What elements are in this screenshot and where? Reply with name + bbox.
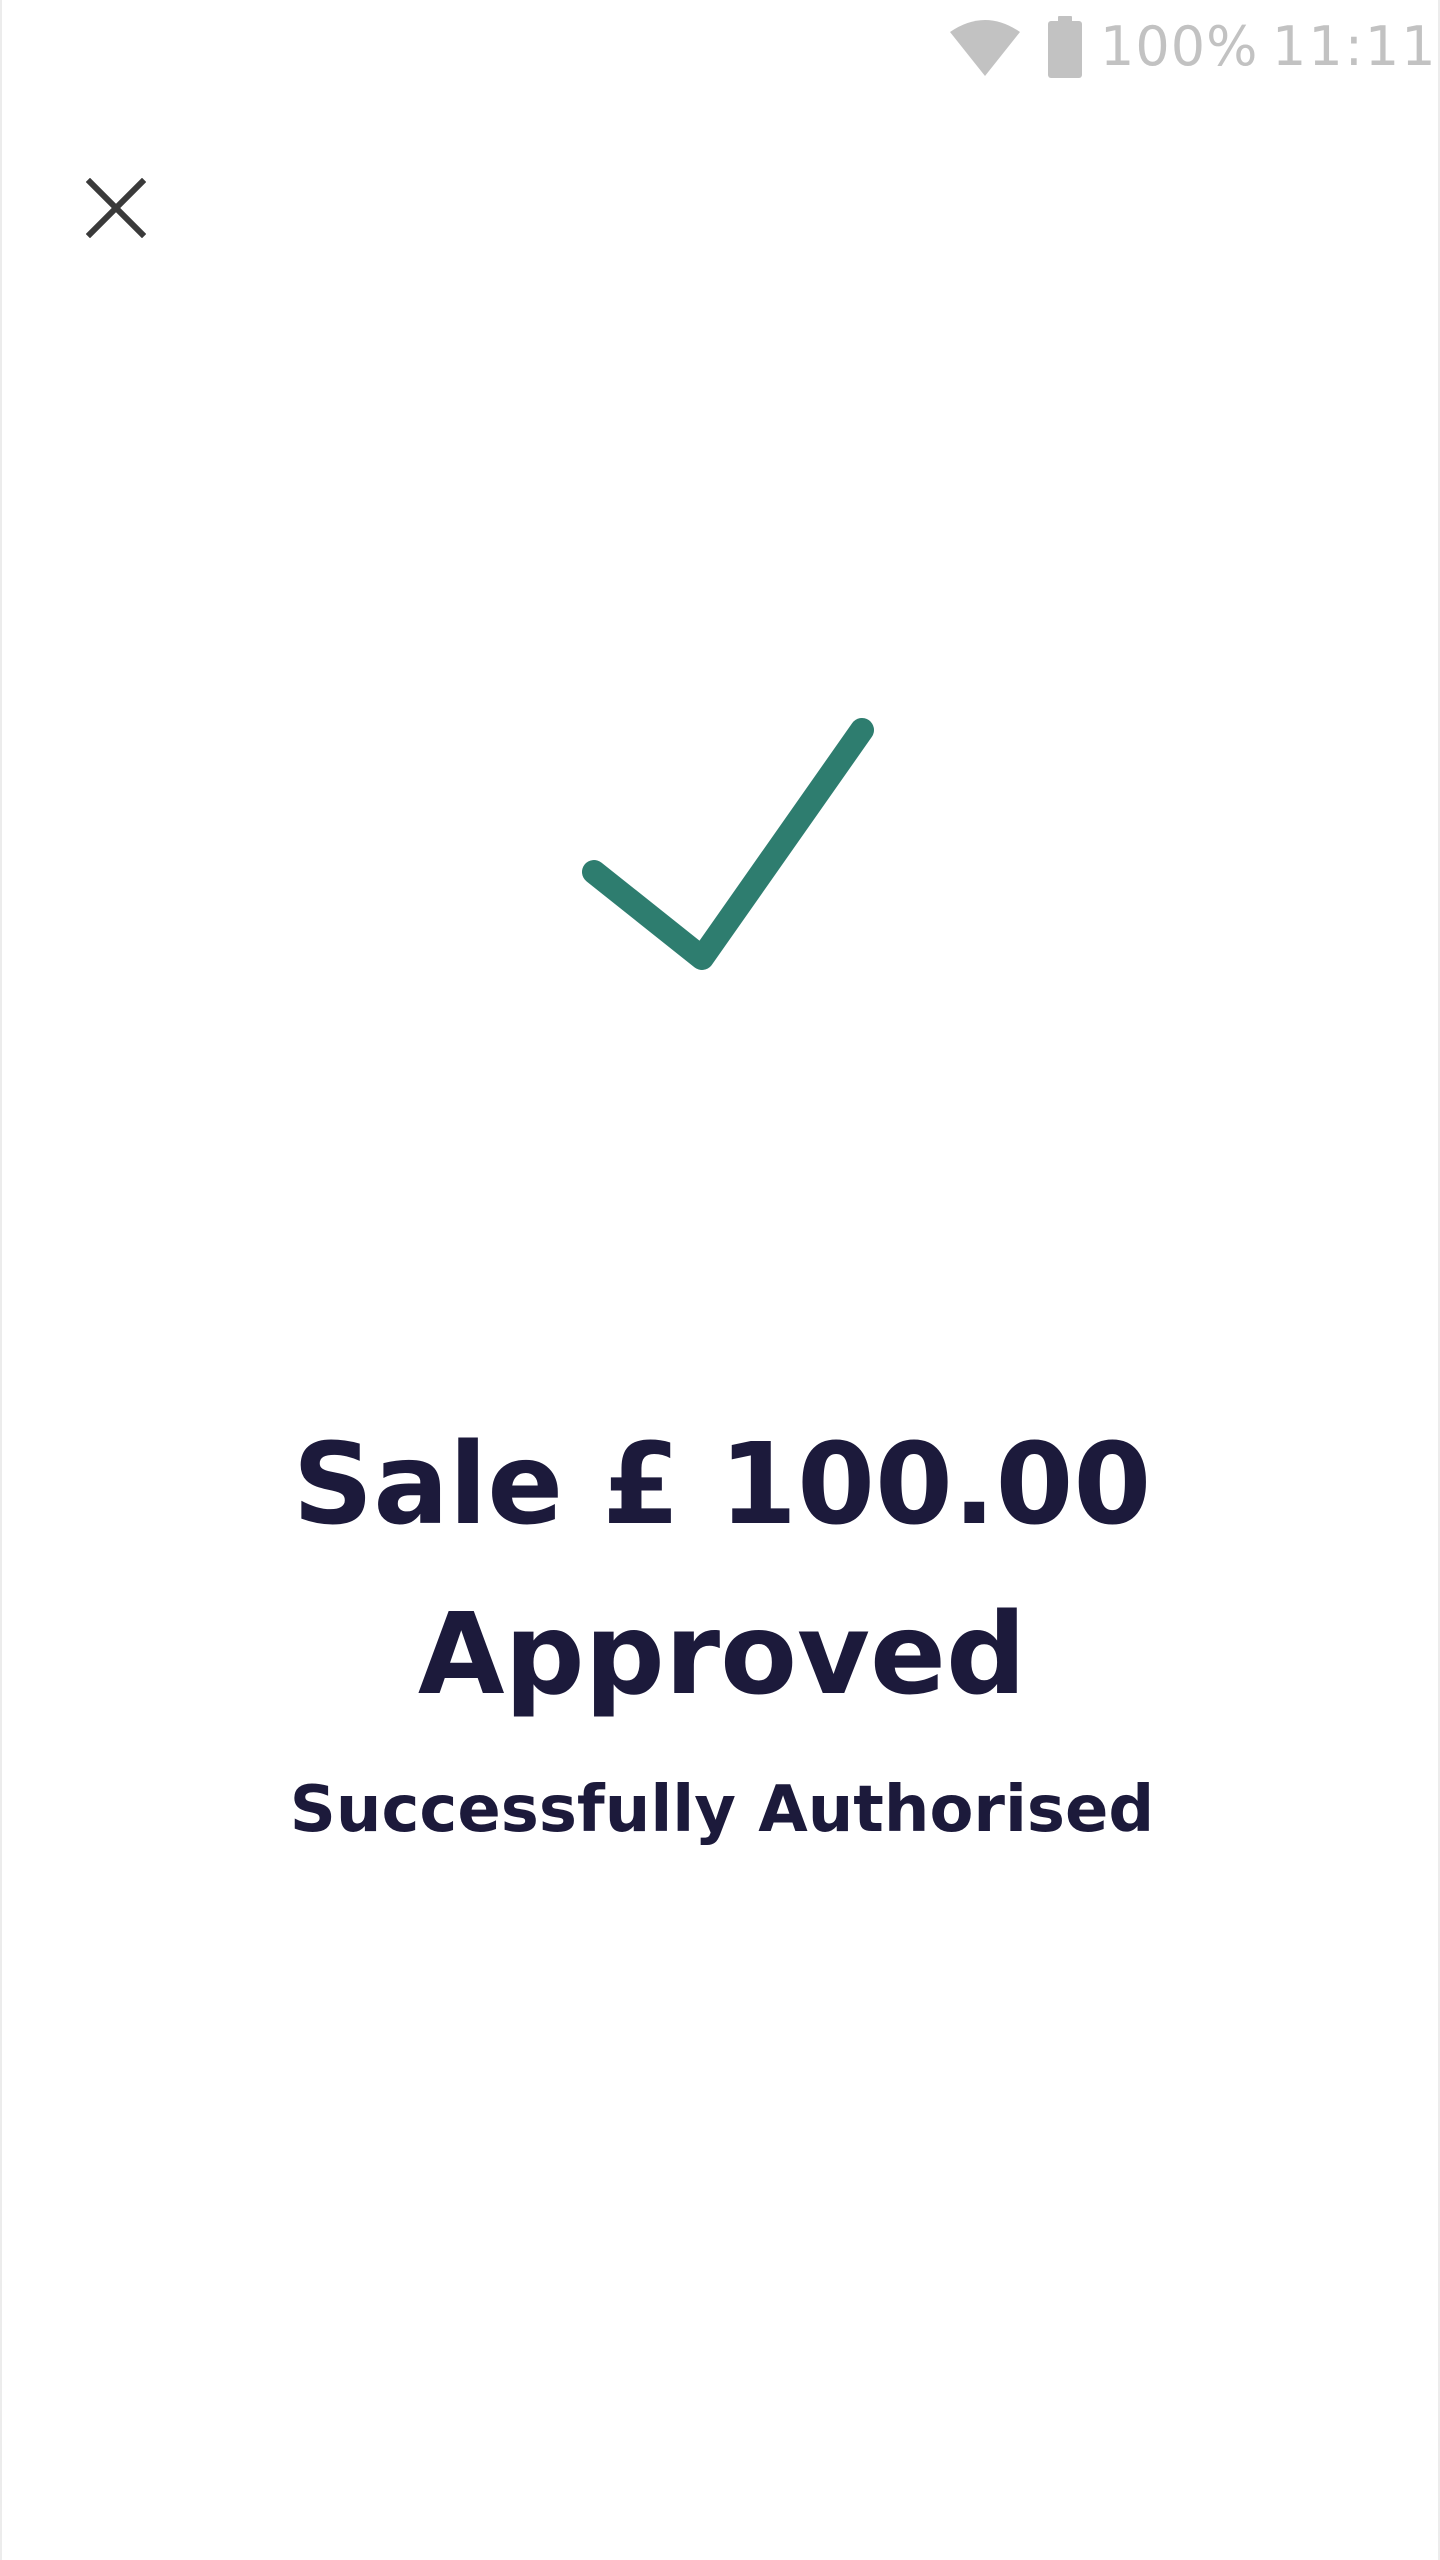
close-icon — [86, 178, 146, 238]
authorisation-message: Successfully Authorised — [289, 1773, 1155, 1847]
approval-status: Approved — [417, 1590, 1027, 1720]
payment-result-screen: 100% 11:11 Sale £ 100.00 Approved Succes… — [0, 0, 1440, 2560]
wifi-icon — [950, 20, 1020, 76]
checkmark-icon — [582, 718, 874, 970]
sale-amount: Sale £ 100.00 — [292, 1420, 1152, 1550]
battery-icon — [1048, 16, 1082, 78]
close-button[interactable] — [68, 160, 164, 256]
status-bar: 100% 11:11 — [2, 0, 1440, 96]
battery-level-text: 100% — [1100, 15, 1259, 78]
clock-time: 11:11 — [1272, 15, 1438, 78]
